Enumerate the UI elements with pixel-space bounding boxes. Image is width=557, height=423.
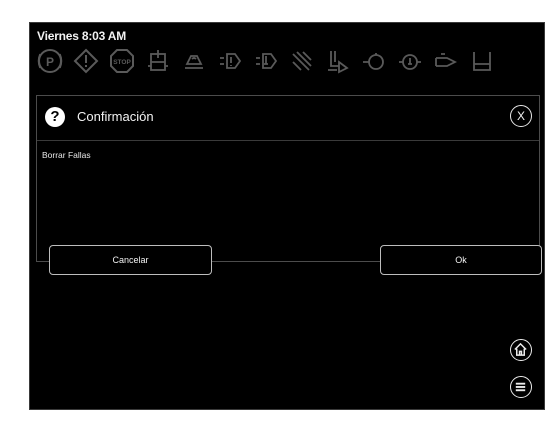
confirmation-dialog: ? Confirmación X Borrar Fallas Cancelar …: [36, 95, 542, 275]
status-time: Viernes 8:03 AM: [37, 29, 127, 43]
home-button[interactable]: [510, 339, 532, 361]
coolant-level-icon: [145, 48, 171, 74]
stop-icon: STOP: [109, 48, 135, 74]
display-screen: Viernes 8:03 AM P STOP ? Confirmación X …: [29, 22, 545, 410]
transmission-icon: [217, 48, 243, 74]
close-button[interactable]: X: [510, 105, 532, 127]
warning-icon: [73, 48, 99, 74]
engine-oil-pressure-icon: [361, 48, 387, 74]
fuel-level-icon: [469, 48, 495, 74]
transmission-temp-icon: [253, 48, 279, 74]
engine-temperature-icon: [397, 48, 423, 74]
svg-text:STOP: STOP: [113, 59, 131, 66]
svg-text:P: P: [46, 55, 54, 69]
dialog-title: Confirmación: [77, 109, 154, 124]
dialog-message: Borrar Fallas: [42, 150, 91, 160]
water-in-fuel-icon: [433, 48, 459, 74]
cancel-button[interactable]: Cancelar: [49, 245, 212, 275]
home-icon: [514, 342, 527, 356]
parking-brake-icon: P: [37, 48, 63, 74]
question-icon: ?: [45, 107, 65, 127]
hydraulic-filter-icon: [289, 48, 315, 74]
dialog-header: ? Confirmación X: [37, 96, 539, 141]
ok-button[interactable]: Ok: [380, 245, 542, 275]
fuel-filter-icon: [325, 48, 351, 74]
hydraulic-oil-icon: [181, 48, 207, 74]
menu-icon: [515, 382, 526, 392]
menu-button[interactable]: [510, 376, 532, 398]
